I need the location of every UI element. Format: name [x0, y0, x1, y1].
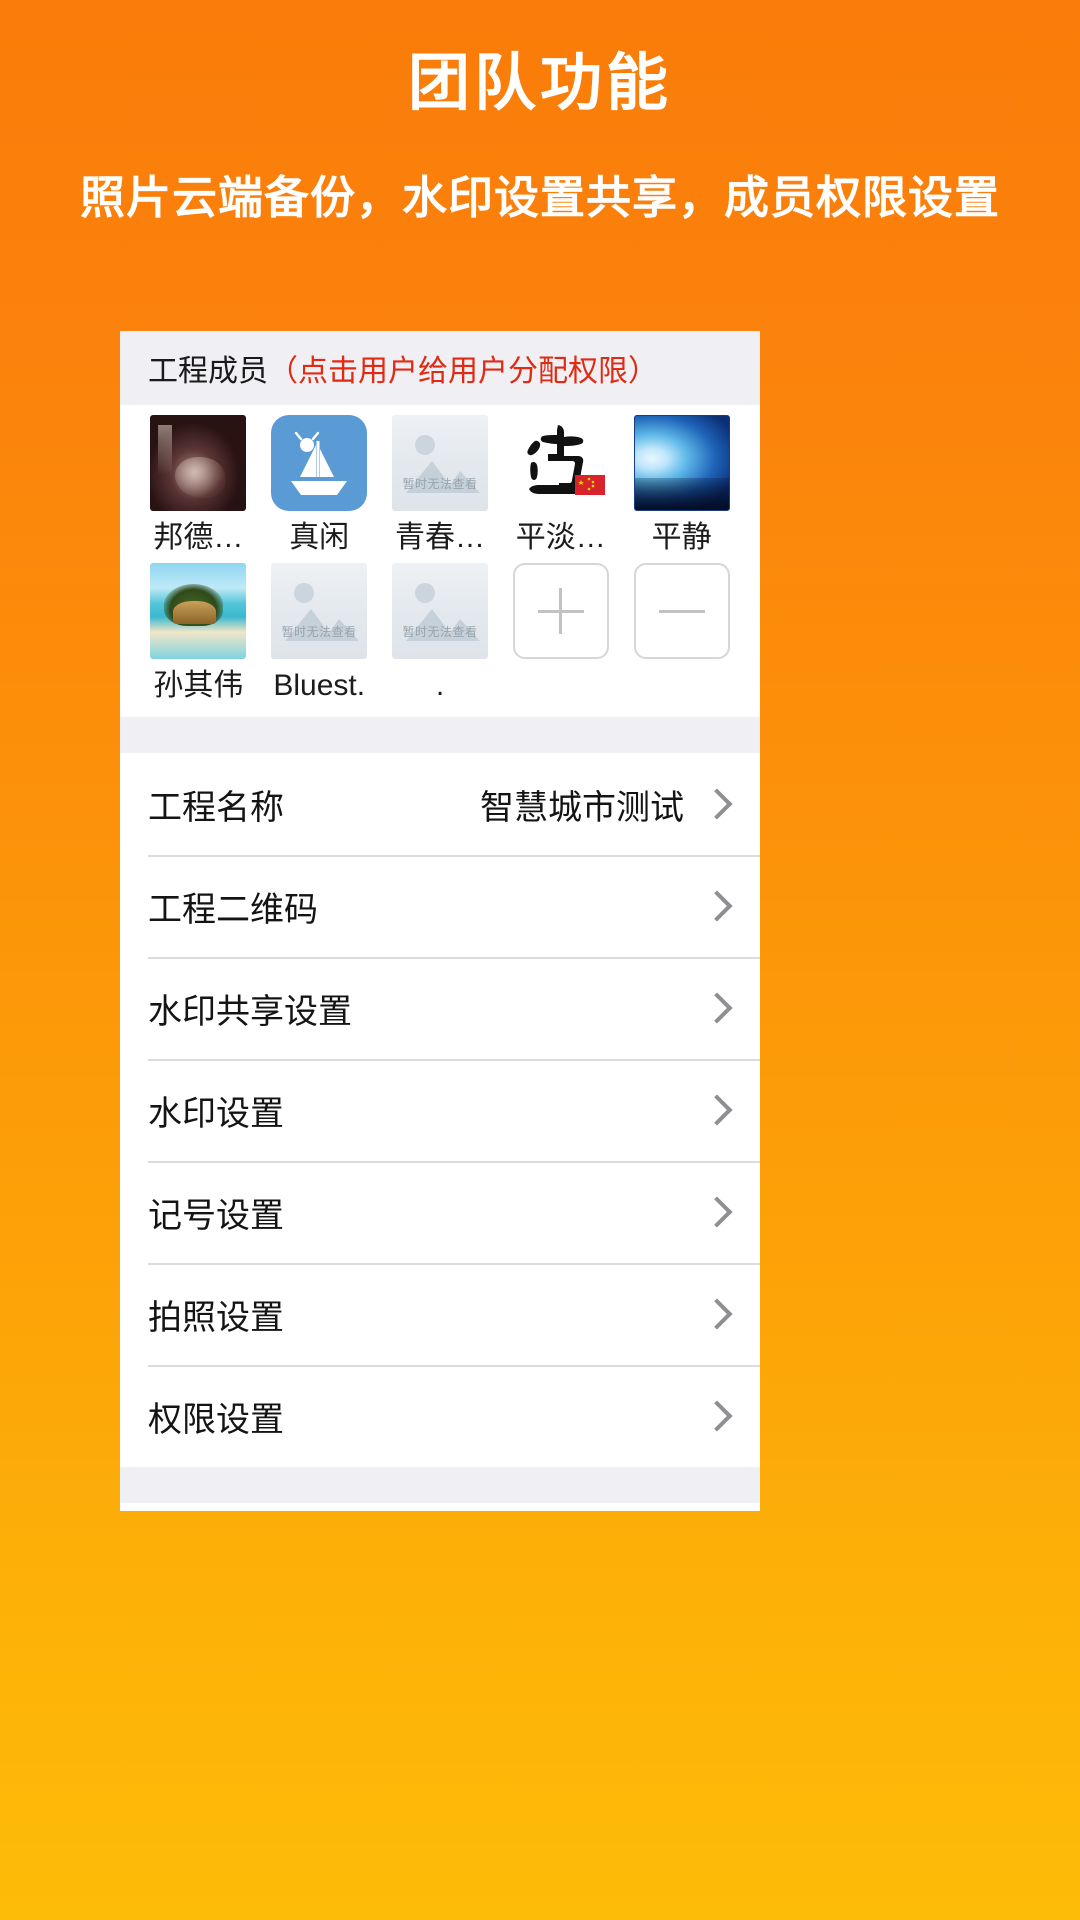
china-flag-icon: [574, 475, 605, 495]
plus-icon-vertical: [559, 588, 563, 634]
image-placeholder-icon: [285, 583, 360, 641]
member-name: Bluest.: [273, 669, 366, 702]
avatar[interactable]: 暂时无法查看: [391, 563, 488, 659]
settings-row-camera[interactable]: 拍照设置: [120, 1263, 760, 1365]
avatar[interactable]: [512, 415, 609, 511]
placeholder-note: 暂时无法查看: [281, 624, 357, 639]
section-divider-band: [120, 717, 760, 753]
settings-row-watermark-share[interactable]: 水印共享设置: [120, 957, 760, 1059]
phone-screen-card: 工程成员 （点击用户给用户分配权限） 邦德… 真闲 暂时无法查看 青春… 平淡……: [120, 331, 760, 1511]
chevron-right-icon: [701, 1298, 733, 1330]
member-name: 平淡…: [515, 521, 606, 554]
row-label: 记号设置: [148, 1196, 284, 1235]
chevron-right-icon: [701, 788, 733, 820]
avatar[interactable]: [150, 415, 247, 511]
placeholder-note: 暂时无法查看: [402, 624, 478, 639]
add-member-cell[interactable]: [500, 563, 621, 707]
settings-row-mark[interactable]: 记号设置: [120, 1161, 760, 1263]
settings-row-permission[interactable]: 权限设置: [120, 1365, 760, 1467]
avatar[interactable]: [150, 563, 247, 659]
row-label: 工程名称: [148, 788, 284, 827]
image-placeholder-icon: [405, 435, 480, 493]
chevron-right-icon: [701, 890, 733, 922]
chevron-right-icon: [701, 992, 733, 1024]
row-label: 工程二维码: [148, 890, 318, 929]
member-item[interactable]: 暂时无法查看 Bluest.: [259, 563, 380, 707]
member-name: .: [435, 669, 445, 702]
members-section-hint: （点击用户给用户分配权限）: [268, 355, 658, 388]
page-title: 团队功能: [407, 49, 672, 118]
placeholder-note: 暂时无法查看: [402, 476, 478, 491]
footer-bar: 移除所有成员: [120, 1503, 760, 1511]
settings-row-project-qrcode[interactable]: 工程二维码: [120, 855, 760, 957]
member-name: 青春…: [394, 521, 485, 554]
member-name: 平静: [651, 521, 712, 554]
member-name: 真闲: [289, 521, 350, 554]
row-label: 权限设置: [148, 1400, 284, 1439]
remove-member-cell[interactable]: [621, 563, 742, 707]
row-label: 水印设置: [148, 1094, 284, 1133]
settings-row-project-name[interactable]: 工程名称 智慧城市测试: [120, 753, 760, 855]
add-member-button[interactable]: [512, 563, 609, 659]
chevron-right-icon: [701, 1094, 733, 1126]
members-row-2: 孙其伟 暂时无法查看 Bluest. 暂时无法查看 .: [120, 563, 760, 707]
member-item[interactable]: 孙其伟: [138, 563, 259, 707]
dao-calligraphy-icon: [527, 425, 605, 495]
row-value: 智慧城市测试: [480, 788, 684, 827]
settings-row-watermark[interactable]: 水印设置: [120, 1059, 760, 1161]
avatar[interactable]: [271, 415, 368, 511]
chevron-right-icon: [701, 1400, 733, 1432]
sailboat-icon: [291, 431, 348, 495]
avatar[interactable]: 暂时无法查看: [391, 415, 488, 511]
member-item[interactable]: 暂时无法查看 青春…: [380, 415, 501, 559]
settings-list: 工程名称 智慧城市测试 工程二维码 水印共享设置 水印设置 记号设置 拍照设置: [120, 753, 760, 1467]
member-name: 孙其伟: [153, 669, 244, 702]
hero-banner: 团队功能 照片云端备份，水印设置共享，成员权限设置: [0, 0, 1080, 226]
row-label: 水印共享设置: [148, 992, 352, 1031]
members-grid: 邦德… 真闲 暂时无法查看 青春… 平淡… 平静 孙其伟 暂时无法查看 Blue…: [120, 405, 760, 717]
member-name: 邦德…: [153, 521, 244, 554]
member-item[interactable]: 真闲: [259, 415, 380, 559]
members-row-1: 邦德… 真闲 暂时无法查看 青春… 平淡… 平静: [120, 415, 760, 559]
members-section-label: 工程成员: [148, 355, 268, 388]
image-placeholder-icon: [405, 583, 480, 641]
members-section-header: 工程成员 （点击用户给用户分配权限）: [120, 331, 760, 405]
page-subtitle: 照片云端备份，水印设置共享，成员权限设置: [79, 172, 1000, 224]
avatar[interactable]: 暂时无法查看: [271, 563, 368, 659]
avatar[interactable]: [633, 415, 730, 511]
member-item[interactable]: 邦德…: [138, 415, 259, 559]
remove-member-button[interactable]: [633, 563, 730, 659]
minus-icon: [658, 609, 705, 613]
member-item[interactable]: 暂时无法查看 .: [380, 563, 501, 707]
row-label: 拍照设置: [148, 1298, 284, 1337]
chevron-right-icon: [701, 1196, 733, 1228]
member-item[interactable]: 平淡…: [500, 415, 621, 559]
member-item[interactable]: 平静: [621, 415, 742, 559]
footer-divider-band: [120, 1467, 760, 1503]
